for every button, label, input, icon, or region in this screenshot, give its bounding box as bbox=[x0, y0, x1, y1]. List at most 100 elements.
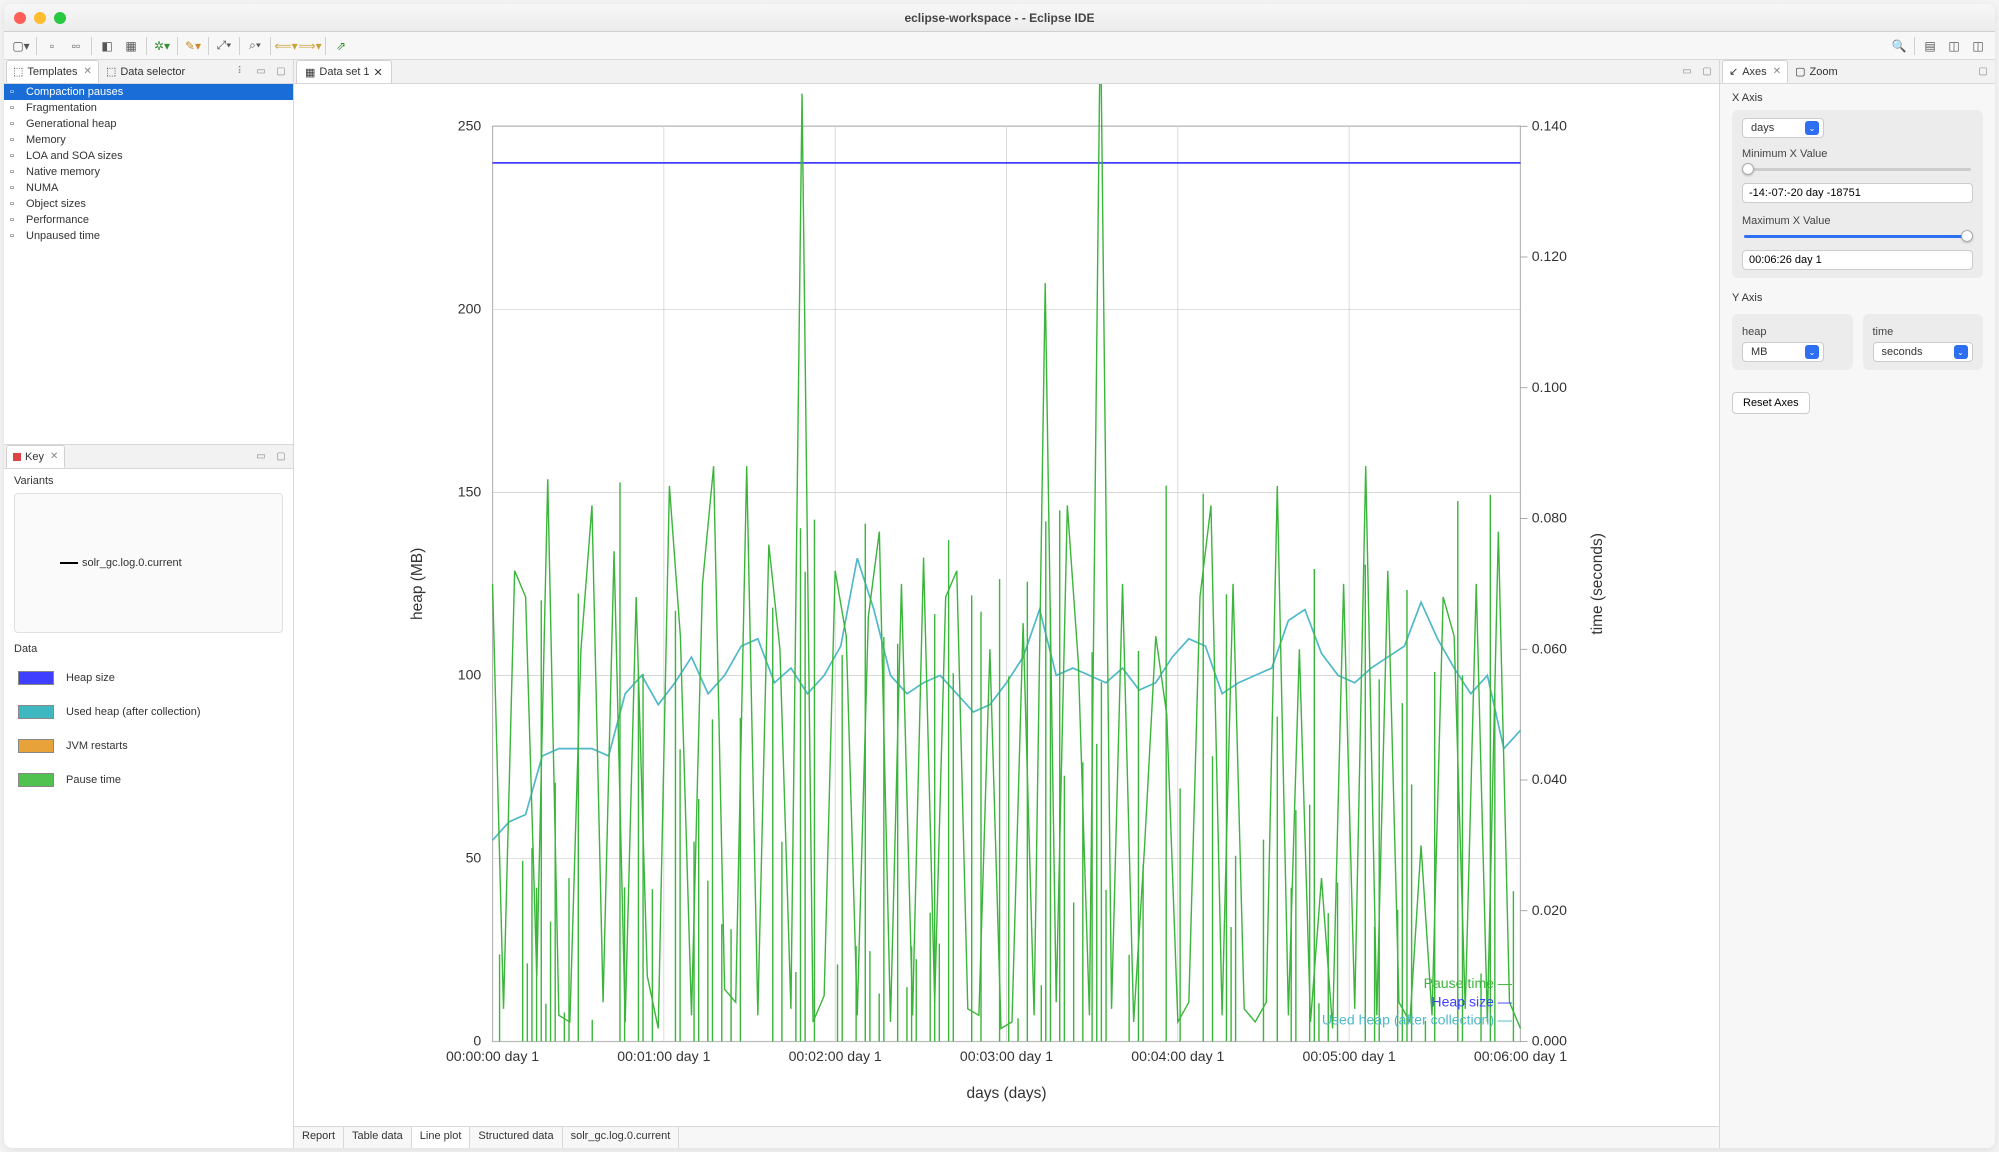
tab-templates-label: Templates bbox=[27, 66, 77, 78]
legend-row[interactable]: Pause time bbox=[14, 763, 283, 797]
tree-item[interactable]: ▫Native memory bbox=[4, 164, 293, 180]
tab-data-selector[interactable]: ⬚ Data selector bbox=[99, 60, 192, 83]
search-button[interactable]: 🔍 bbox=[1888, 36, 1910, 56]
maximize-editor-icon[interactable]: ▢ bbox=[1699, 64, 1715, 80]
svg-text:time (seconds): time (seconds) bbox=[1589, 533, 1606, 634]
bottom-tab-bar: ReportTable dataLine plotStructured data… bbox=[294, 1126, 1719, 1148]
template-icon: ▫ bbox=[10, 166, 22, 178]
tab-zoom[interactable]: ▢ Zoom bbox=[1788, 60, 1845, 83]
legend-row[interactable]: Heap size bbox=[14, 661, 283, 695]
tree-item-label: Unpaused time bbox=[26, 230, 100, 242]
data-selector-icon: ⬚ bbox=[106, 65, 116, 78]
export-button[interactable]: ⇗ bbox=[330, 36, 352, 56]
legend-row[interactable]: Used heap (after collection) bbox=[14, 695, 283, 729]
y-time-unit-select[interactable]: seconds ⌄ bbox=[1873, 342, 1973, 362]
tree-item[interactable]: ▫ Generational heap bbox=[4, 116, 293, 132]
svg-text:50: 50 bbox=[466, 850, 482, 866]
tree-item-label: Generational heap bbox=[26, 118, 117, 130]
y-heap-unit-select[interactable]: MB ⌄ bbox=[1742, 342, 1824, 362]
bottom-tab[interactable]: Table data bbox=[344, 1127, 412, 1148]
y-time-label: time bbox=[1873, 326, 1974, 338]
variants-heading: Variants bbox=[4, 469, 293, 489]
tree-item[interactable]: ▫Memory bbox=[4, 132, 293, 148]
new-menu-button[interactable]: ▢▾ bbox=[10, 36, 32, 56]
max-x-slider[interactable] bbox=[1744, 235, 1971, 238]
svg-text:00:04:00 day 1: 00:04:00 day 1 bbox=[1131, 1048, 1224, 1064]
editor-tab-dataset[interactable]: ▦ Data set 1 ✕ bbox=[296, 60, 392, 83]
tab-key-label: Key bbox=[25, 451, 44, 463]
debug-menu-button[interactable]: ✲▾ bbox=[151, 36, 173, 56]
forward-button[interactable]: ⟹▾ bbox=[299, 36, 321, 56]
legend-row[interactable]: JVM restarts bbox=[14, 729, 283, 763]
close-icon[interactable]: ✕ bbox=[1773, 66, 1781, 77]
tree-item[interactable]: ▫Performance bbox=[4, 212, 293, 228]
template-icon: ▫ bbox=[10, 118, 22, 130]
svg-text:0.020: 0.020 bbox=[1532, 902, 1567, 918]
tab-data-selector-label: Data selector bbox=[120, 66, 185, 78]
bottom-tab[interactable]: solr_gc.log.0.current bbox=[563, 1127, 680, 1148]
perspective-button-2[interactable]: ◫ bbox=[1943, 36, 1965, 56]
templates-tree[interactable]: ▫Compaction pauses▫Fragmentation▫Generat… bbox=[4, 84, 293, 444]
bottom-tab[interactable]: Structured data bbox=[470, 1127, 562, 1148]
bottom-tab[interactable]: Line plot bbox=[412, 1127, 471, 1148]
save-all-button[interactable]: ▫▫ bbox=[65, 36, 87, 56]
legend-label: Used heap (after collection) bbox=[66, 706, 201, 718]
perspective-button-1[interactable]: ▤ bbox=[1919, 36, 1941, 56]
tree-item[interactable]: ▫Object sizes bbox=[4, 196, 293, 212]
svg-text:200: 200 bbox=[458, 301, 482, 317]
svg-text:0.100: 0.100 bbox=[1532, 379, 1567, 395]
tab-templates[interactable]: ⬚ Templates ✕ bbox=[6, 60, 99, 83]
legend-swatch bbox=[18, 671, 54, 685]
tree-item-label: LOA and SOA sizes bbox=[26, 150, 123, 162]
close-icon[interactable]: ✕ bbox=[374, 66, 383, 79]
tab-axes[interactable]: ↙ Axes ✕ bbox=[1722, 60, 1788, 83]
min-x-input[interactable] bbox=[1742, 183, 1973, 203]
tool-button-2[interactable]: ▦ bbox=[120, 36, 142, 56]
main-toolbar: ▢▾ ▫ ▫▫ ◧ ▦ ✲▾ ✎▾ ⤢▾ ⌕▾ ⟸▾ ⟹▾ ⇗ 🔍 ▤ ◫ ◫ bbox=[4, 32, 1995, 60]
minimize-view-icon[interactable]: ▭ bbox=[253, 64, 269, 80]
minimize-view-icon[interactable]: ▭ bbox=[253, 449, 269, 465]
maximize-view-icon[interactable]: ▢ bbox=[273, 449, 289, 465]
x-unit-select[interactable]: days ⌄ bbox=[1742, 118, 1824, 138]
variant-label: solr_gc.log.0.current bbox=[82, 557, 182, 569]
svg-text:150: 150 bbox=[458, 484, 482, 500]
svg-text:00:01:00 day 1: 00:01:00 day 1 bbox=[617, 1048, 710, 1064]
max-x-input[interactable] bbox=[1742, 250, 1973, 270]
tree-item[interactable]: ▫Compaction pauses bbox=[4, 84, 293, 100]
variants-list[interactable]: solr_gc.log.0.current bbox=[14, 493, 283, 633]
tree-item[interactable]: ▫NUMA bbox=[4, 180, 293, 196]
reset-axes-button[interactable]: Reset Axes bbox=[1732, 392, 1810, 414]
templates-icon: ⬚ bbox=[13, 65, 23, 78]
min-x-label: Minimum X Value bbox=[1742, 148, 1973, 160]
tree-item[interactable]: ▫Unpaused time bbox=[4, 228, 293, 244]
tree-item[interactable]: ▫ LOA and SOA sizes bbox=[4, 148, 293, 164]
svg-text:0.040: 0.040 bbox=[1532, 771, 1567, 787]
view-menu-icon[interactable]: ⠇ bbox=[233, 64, 249, 80]
close-icon[interactable]: ✕ bbox=[50, 451, 58, 462]
tree-item[interactable]: ▫Fragmentation bbox=[4, 100, 293, 116]
svg-text:heap (MB): heap (MB) bbox=[409, 548, 426, 620]
close-icon[interactable]: ✕ bbox=[84, 66, 92, 77]
minimize-editor-icon[interactable]: ▭ bbox=[1679, 64, 1695, 80]
expand-menu-button[interactable]: ⤢▾ bbox=[213, 36, 235, 56]
svg-text:100: 100 bbox=[458, 667, 482, 683]
variant-swatch bbox=[60, 562, 78, 564]
tool-button-1[interactable]: ◧ bbox=[96, 36, 118, 56]
maximize-view-icon[interactable]: ▢ bbox=[1975, 64, 1991, 80]
filter-menu-button[interactable]: ⌕▾ bbox=[244, 36, 266, 56]
maximize-view-icon[interactable]: ▢ bbox=[273, 64, 289, 80]
legend-label: Pause time bbox=[66, 774, 121, 786]
template-icon: ▫ bbox=[10, 150, 22, 162]
perspective-button-3[interactable]: ◫ bbox=[1967, 36, 1989, 56]
y-axis-heading: Y Axis bbox=[1732, 292, 1983, 304]
template-icon: ▫ bbox=[10, 214, 22, 226]
template-icon: ▫ bbox=[10, 102, 22, 114]
back-button[interactable]: ⟸▾ bbox=[275, 36, 297, 56]
chart-canvas[interactable]: 0501001502002500.0000.0200.0400.0600.080… bbox=[294, 84, 1719, 1126]
max-x-label: Maximum X Value bbox=[1742, 215, 1973, 227]
bottom-tab[interactable]: Report bbox=[294, 1127, 344, 1148]
paint-menu-button[interactable]: ✎▾ bbox=[182, 36, 204, 56]
tab-key[interactable]: Key ✕ bbox=[6, 445, 65, 468]
min-x-slider[interactable] bbox=[1744, 168, 1971, 171]
save-button[interactable]: ▫ bbox=[41, 36, 63, 56]
